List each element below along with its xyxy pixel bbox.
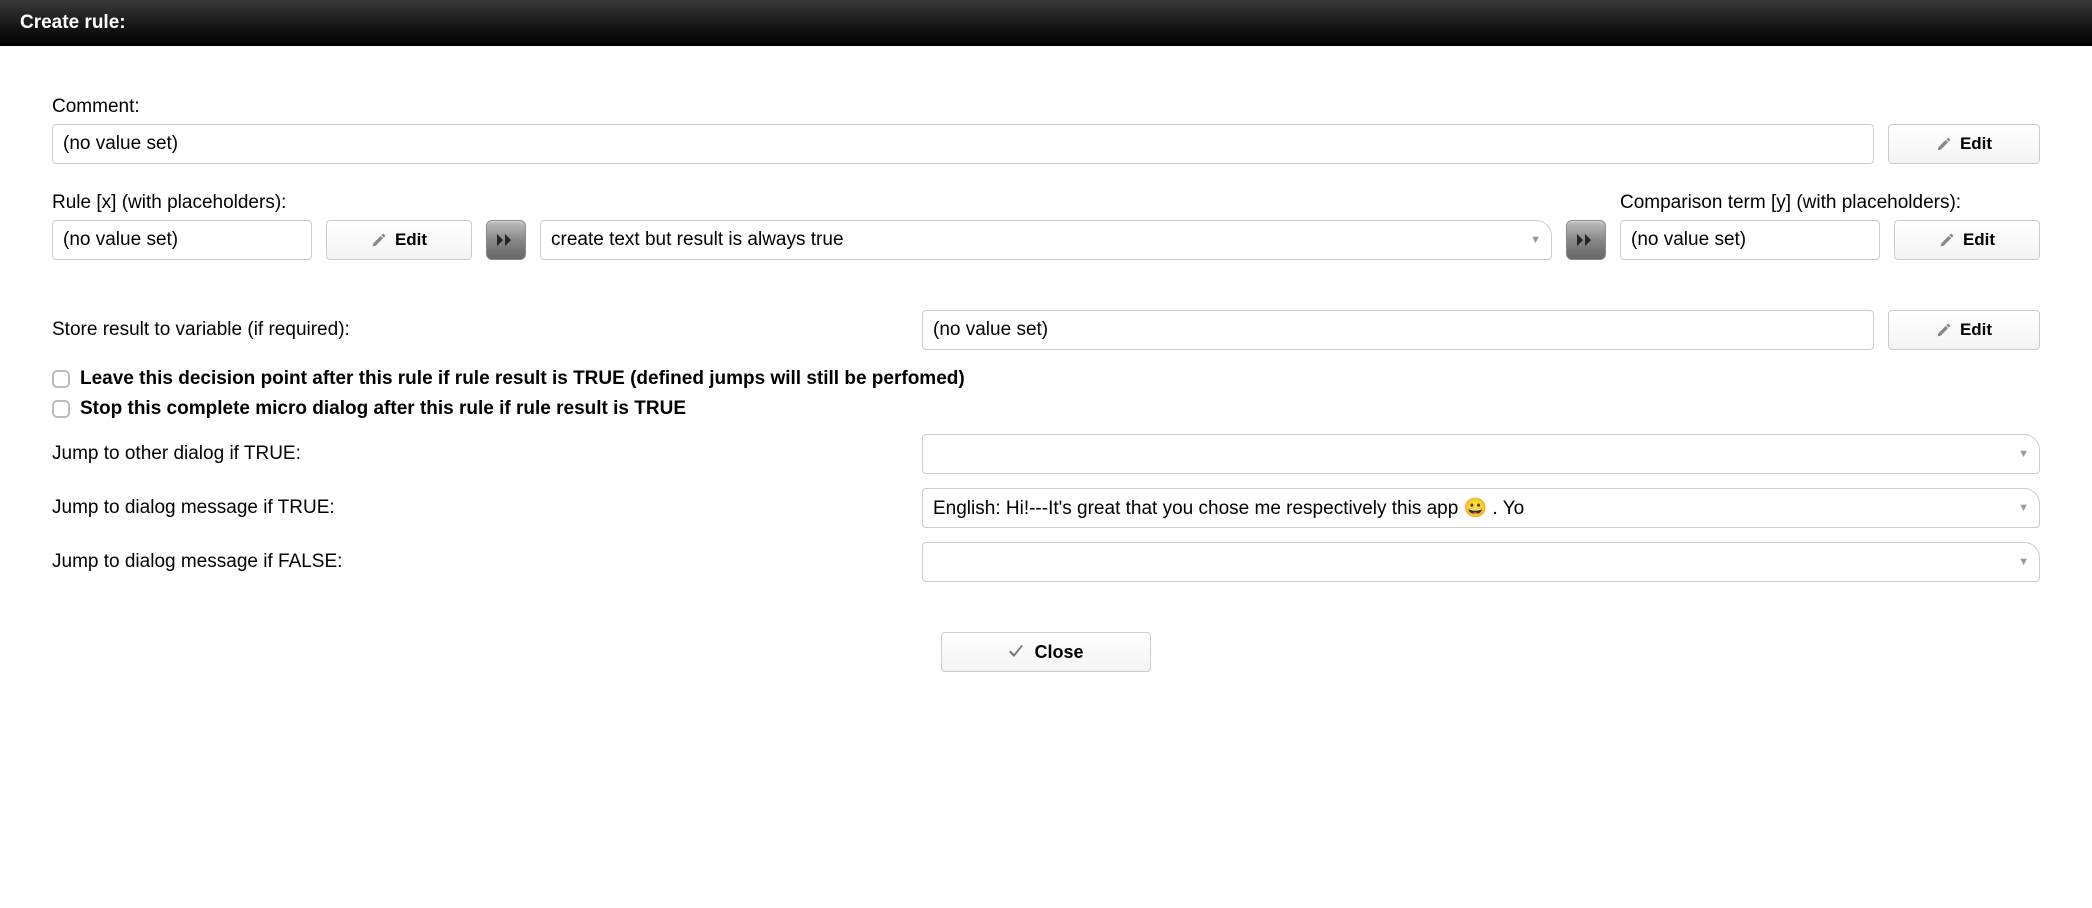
insert-rule-button[interactable] [486,220,526,260]
comparison-value: (no value set) [1631,229,1746,251]
dialog-content: Comment: (no value set) Edit Rule [x] (w… [0,46,2092,702]
comment-label: Comment: [52,96,2040,118]
jump-other-dialog-label: Jump to other dialog if TRUE: [52,443,922,465]
rule-field[interactable]: (no value set) [52,220,312,260]
chevron-down-icon: ▼ [2018,502,2029,514]
rule-edit-label: Edit [395,230,427,250]
comment-edit-label: Edit [1960,134,1992,154]
jump-msg-true-label: Jump to dialog message if TRUE: [52,497,922,519]
operator-dropdown[interactable]: create text but result is always true ▼ [540,220,1552,260]
operator-value: create text but result is always true [551,229,1522,251]
jump-other-dialog-dropdown[interactable]: ▼ [922,434,2040,474]
comment-value: (no value set) [63,133,178,155]
pencil-icon [1936,322,1952,338]
chevron-down-icon: ▼ [1530,234,1541,246]
chevron-down-icon: ▼ [2018,556,2029,568]
rule-value: (no value set) [63,229,178,251]
dialog-header: Create rule: [0,0,2092,46]
store-value: (no value set) [933,319,1048,341]
pencil-icon [1939,232,1955,248]
leave-decision-checkbox[interactable] [52,370,70,388]
jump-msg-true-value: English: Hi!---It's great that you chose… [933,496,2010,520]
comment-edit-button[interactable]: Edit [1888,124,2040,164]
store-label: Store result to variable (if required): [52,319,922,341]
store-field[interactable]: (no value set) [922,310,1874,350]
check-icon [1008,645,1024,659]
pencil-icon [371,232,387,248]
pencil-icon [1936,136,1952,152]
comparison-edit-label: Edit [1963,230,1995,250]
double-chevron-right-icon [1576,232,1596,248]
leave-decision-label: Leave this decision point after this rul… [80,368,965,390]
close-label: Close [1034,642,1083,663]
stop-dialog-checkbox[interactable] [52,400,70,418]
double-chevron-right-icon [496,232,516,248]
rule-edit-button[interactable]: Edit [326,220,472,260]
chevron-down-icon: ▼ [2018,448,2029,460]
comparison-label: Comparison term [y] (with placeholders): [1620,192,2040,214]
dialog-title: Create rule: [20,12,126,33]
stop-dialog-label: Stop this complete micro dialog after th… [80,398,686,420]
comparison-field[interactable]: (no value set) [1620,220,1880,260]
jump-msg-false-dropdown[interactable]: ▼ [922,542,2040,582]
store-edit-button[interactable]: Edit [1888,310,2040,350]
comparison-edit-button[interactable]: Edit [1894,220,2040,260]
comment-field[interactable]: (no value set) [52,124,1874,164]
insert-comparison-button[interactable] [1566,220,1606,260]
close-button[interactable]: Close [941,632,1151,672]
jump-msg-true-dropdown[interactable]: English: Hi!---It's great that you chose… [922,488,2040,528]
rule-label: Rule [x] (with placeholders): [52,192,472,214]
jump-msg-false-label: Jump to dialog message if FALSE: [52,551,922,573]
store-edit-label: Edit [1960,320,1992,340]
